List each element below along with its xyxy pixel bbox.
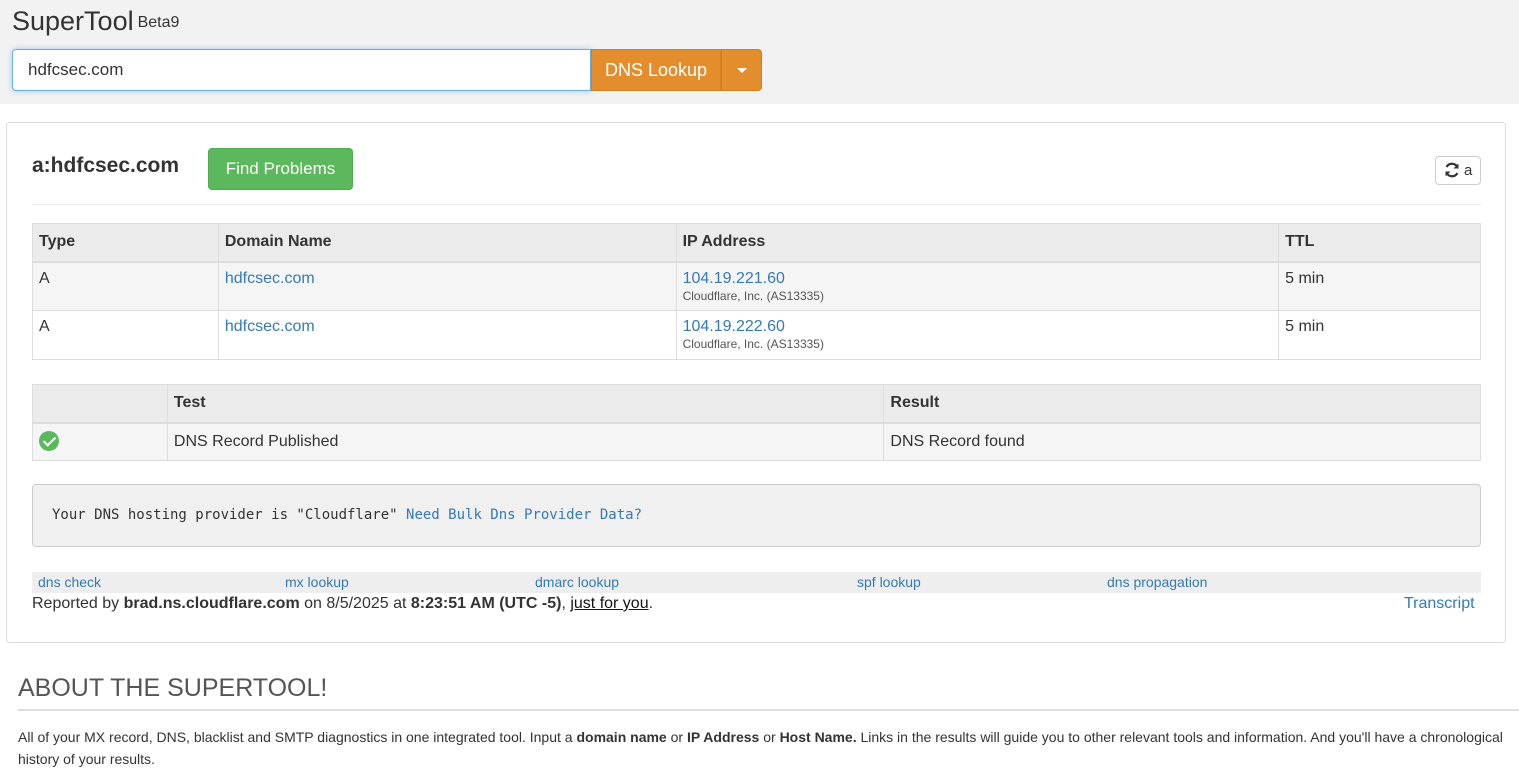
column-header-domain-name: Domain Name bbox=[217, 223, 677, 263]
about-divider bbox=[18, 709, 1519, 711]
table-row: DNS Record Published DNS Record found bbox=[32, 422, 1481, 461]
bulk-provider-data-link[interactable]: Need Bulk Dns Provider Data? bbox=[406, 507, 642, 523]
check-circle-icon bbox=[39, 430, 59, 451]
asn-info: Cloudflare, Inc. (AS13335) bbox=[682, 337, 824, 351]
reporting-server: brad.ns.cloudflare.com bbox=[123, 595, 300, 612]
dns-propagation-link[interactable]: dns propagation bbox=[1107, 572, 1207, 593]
about-heading: ABOUT THE SUPERTOOL! bbox=[18, 674, 328, 702]
header-bar: SuperTool Beta9 hdfcsec.com DNS Lookup bbox=[0, 0, 1519, 104]
divider bbox=[32, 204, 1481, 205]
ip-address-link[interactable]: 104.19.222.60 bbox=[683, 318, 785, 335]
mx-lookup-link[interactable]: mx lookup bbox=[285, 572, 349, 593]
table-row: A hdfcsec.com 104.19.222.60 Cloudflare, … bbox=[32, 310, 1481, 360]
about-bold-ip: IP Address bbox=[686, 729, 760, 745]
test-results-table: Test Result DNS Record Published DNS Rec… bbox=[32, 384, 1481, 461]
dns-lookup-button[interactable]: DNS Lookup bbox=[591, 49, 721, 91]
result-panel: a:hdfcsec.com Find Problems a Type Domai… bbox=[6, 122, 1506, 643]
report-separator: , bbox=[561, 595, 566, 612]
asn-info: Cloudflare, Inc. (AS13335) bbox=[682, 288, 824, 303]
test-result: DNS Record found bbox=[883, 422, 1481, 461]
column-header-status bbox=[32, 384, 168, 424]
dns-provider-box: Your DNS hosting provider is "Cloudflare… bbox=[32, 484, 1481, 547]
reported-prefix: Reported by bbox=[32, 595, 120, 612]
dns-check-link[interactable]: dns check bbox=[38, 572, 101, 593]
domain-link[interactable]: hdfcsec.com bbox=[225, 270, 315, 287]
result-title: a:hdfcsec.com bbox=[32, 154, 180, 177]
record-type: A bbox=[32, 261, 219, 311]
app-version: Beta9 bbox=[137, 14, 180, 31]
report-end: . bbox=[648, 595, 654, 612]
dns-records-table: Type Domain Name IP Address TTL A hdfcse… bbox=[32, 223, 1481, 360]
domain-link[interactable]: hdfcsec.com bbox=[225, 318, 315, 335]
refresh-icon bbox=[1443, 161, 1461, 188]
about-bold-domain: domain name bbox=[576, 729, 667, 745]
table-row: A hdfcsec.com 104.19.221.60 Cloudflare, … bbox=[32, 261, 1481, 311]
just-for-you-link[interactable]: just for you bbox=[570, 595, 648, 612]
ttl-value: 5 min bbox=[1278, 310, 1481, 360]
record-type: A bbox=[32, 310, 219, 360]
test-name: DNS Record Published bbox=[166, 422, 885, 461]
dmarc-lookup-link[interactable]: dmarc lookup bbox=[535, 572, 619, 593]
refresh-button[interactable]: a bbox=[1435, 156, 1481, 185]
column-header-ttl: TTL bbox=[1278, 223, 1481, 263]
column-header-test: Test bbox=[166, 384, 885, 424]
about-text: or bbox=[670, 729, 684, 745]
lookup-type-dropdown[interactable] bbox=[721, 49, 762, 91]
quick-links-bar: dns check mx lookup dmarc lookup spf loo… bbox=[32, 572, 1481, 593]
column-header-result: Result bbox=[883, 384, 1481, 424]
caret-down-icon bbox=[737, 68, 747, 73]
find-problems-button[interactable]: Find Problems bbox=[208, 148, 353, 190]
about-bold-host: Host Name. bbox=[779, 729, 857, 745]
search-input[interactable]: hdfcsec.com bbox=[12, 49, 591, 91]
provider-text: Your DNS hosting provider is "Cloudflare… bbox=[52, 507, 398, 523]
spf-lookup-link[interactable]: spf lookup bbox=[857, 572, 921, 593]
table-header-row: Type Domain Name IP Address TTL bbox=[32, 223, 1481, 263]
app-name: SuperTool bbox=[12, 6, 134, 36]
transcript-link[interactable]: Transcript bbox=[1404, 595, 1475, 613]
report-time: 8:23:51 AM (UTC -5) bbox=[410, 595, 562, 612]
about-text: All of your MX record, DNS, blacklist an… bbox=[18, 729, 573, 745]
reported-by: Reported by brad.ns.cloudflare.com on 8/… bbox=[32, 595, 653, 613]
refresh-label: a bbox=[1464, 162, 1473, 179]
about-description: All of your MX record, DNS, blacklist an… bbox=[18, 726, 1514, 770]
app-brand[interactable]: SuperTool Beta9 bbox=[12, 4, 179, 38]
report-date: on 8/5/2025 at bbox=[304, 595, 407, 612]
ip-address-link[interactable]: 104.19.221.60 bbox=[683, 270, 785, 287]
ttl-value: 5 min bbox=[1278, 261, 1481, 311]
column-header-type: Type bbox=[32, 223, 219, 263]
about-text: or bbox=[763, 729, 776, 745]
column-header-ip-address: IP Address bbox=[675, 223, 1280, 263]
table-header-row: Test Result bbox=[32, 384, 1481, 424]
